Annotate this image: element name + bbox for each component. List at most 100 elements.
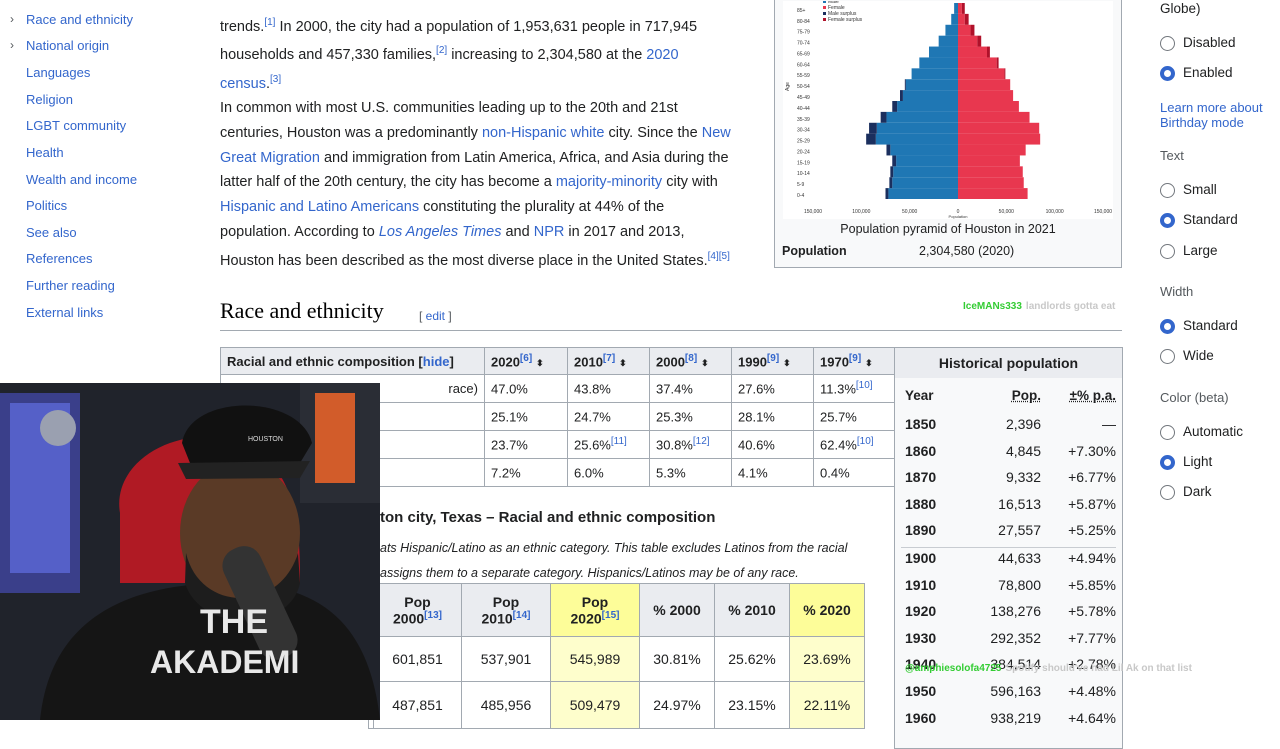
pyramid-age-label: 25-29 xyxy=(797,139,810,145)
table-row: 601,851 537,901 545,989 30.81% 25.62% 23.69% xyxy=(368,636,865,682)
section-heading: Race and ethnicity xyxy=(220,298,384,323)
table-cell: 23.15% xyxy=(714,681,790,729)
pyramid-age-label: 15-19 xyxy=(797,160,810,166)
pyramid-bar-female xyxy=(958,68,1005,80)
pyramid-age-label: 55-59 xyxy=(797,73,810,79)
color_opts-radio[interactable] xyxy=(1160,485,1175,500)
pyramid-bar-male xyxy=(876,122,958,134)
toc-item[interactable]: Further reading xyxy=(26,278,115,293)
population-pyramid-chart[interactable]: 0-4 5-9 10-14 15-19 20-24 25-29 30-34 35-39 40-4… xyxy=(783,1,1113,219)
link-npr[interactable]: NPR xyxy=(534,224,565,240)
pyramid-bar-male xyxy=(911,68,958,80)
width_opts-radio[interactable] xyxy=(1160,349,1175,364)
toc-item[interactable]: Religion xyxy=(26,92,73,107)
table-cell: 28.1% xyxy=(731,402,814,431)
history-separator xyxy=(901,547,1116,549)
table2-column-header[interactable]: % 2000 xyxy=(639,583,715,637)
table-cell: 43.8% xyxy=(567,374,650,403)
pyramid-bar-female-surplus xyxy=(987,46,990,58)
table-cell: 25.1% xyxy=(484,402,568,431)
pyramid-bar-female xyxy=(958,144,1026,156)
birthday-radio-label[interactable]: Disabled xyxy=(1183,35,1236,50)
year-column-header[interactable]: 2000[8] ⬍ xyxy=(649,347,732,375)
color_opts-radio-label[interactable]: Dark xyxy=(1183,484,1212,499)
table-cell: 24.97% xyxy=(639,681,715,729)
pyramid-age-label: 0-4 xyxy=(797,193,804,199)
toc-item[interactable]: External links xyxy=(26,305,103,320)
table2-column-header[interactable]: Pop 2010[14] xyxy=(461,583,551,637)
color_opts-radio[interactable] xyxy=(1160,455,1175,470)
text_opts-radio[interactable] xyxy=(1160,183,1175,198)
table2-column-header[interactable]: Pop 2020[15] xyxy=(550,583,640,637)
history-row: 1900 44,633 +4.94% xyxy=(905,550,1116,566)
toc-item[interactable]: Politics xyxy=(26,198,67,213)
section-edit-link[interactable]: [ edit ] xyxy=(419,309,452,323)
toc-item[interactable]: LGBT community xyxy=(26,118,126,133)
link-hispanic-latino-americans[interactable]: Hispanic and Latino Americans xyxy=(220,199,419,215)
table2-column-header[interactable]: % 2010 xyxy=(714,583,790,637)
text_opts-radio-label[interactable]: Standard xyxy=(1183,212,1238,227)
year-column-header[interactable]: 1970[9] ⬍ xyxy=(813,347,896,375)
racial-composition-table-2: Pop 2000[13] Pop 2010[14] Pop 2020[15]% 2000%… xyxy=(368,583,865,729)
table2-note: ats Hispanic/Latino as an ethnic categor… xyxy=(380,541,848,580)
link-2020[interactable]: 2020 xyxy=(646,47,678,63)
ref-link[interactable]: [4][5] xyxy=(708,251,730,262)
pyramid-bar-male xyxy=(902,90,958,101)
legend-swatch xyxy=(823,18,826,21)
ref-link[interactable]: [2] xyxy=(436,45,447,56)
pyramid-bar-male xyxy=(890,144,958,156)
pyramid-bar-female-surplus xyxy=(977,35,982,47)
toc-expand-icon[interactable]: › xyxy=(10,38,14,52)
ref-link[interactable]: [3] xyxy=(270,74,281,85)
toc-item[interactable]: Race and ethnicity xyxy=(26,12,133,27)
pyramid-tick-label: 100,000 xyxy=(1046,209,1064,215)
width_opts-radio[interactable] xyxy=(1160,319,1175,334)
color_opts-radio-label[interactable]: Light xyxy=(1183,454,1212,469)
toc-expand-icon[interactable]: › xyxy=(10,12,14,26)
pyramid-bar-male xyxy=(951,13,958,25)
text_opts-radio-label[interactable]: Small xyxy=(1183,182,1217,197)
toc-item[interactable]: See also xyxy=(26,225,77,240)
pyramid-bar-male-surplus xyxy=(889,177,893,189)
link-la-times[interactable]: Los Angeles Times xyxy=(379,224,502,240)
webcam-overlay: THE AKADEMI HOUSTON xyxy=(0,383,380,720)
toc-item[interactable]: Languages xyxy=(26,65,90,80)
link-majority-minority[interactable]: majority-minority xyxy=(556,174,662,190)
link-non-hispanic-white[interactable]: non-Hispanic white xyxy=(482,125,605,141)
pyramid-age-label: 35-39 xyxy=(797,117,810,123)
toc-item[interactable]: Wealth and income xyxy=(26,172,137,187)
table2-column-header[interactable]: Pop 2000[13] xyxy=(373,583,462,637)
pyramid-tick-label: 100,000 xyxy=(852,209,870,215)
link-census[interactable]: census xyxy=(220,76,266,92)
birthday-radio-label[interactable]: Enabled xyxy=(1183,65,1233,80)
color-heading: Color (beta) xyxy=(1160,390,1229,405)
birthday-mode-link[interactable]: Learn more about Birthday mode xyxy=(1160,100,1263,130)
text_opts-radio[interactable] xyxy=(1160,213,1175,228)
shirt-text-2: AKADEMI xyxy=(150,644,299,680)
edit-link[interactable]: edit xyxy=(426,309,445,323)
ref-link[interactable]: [1] xyxy=(264,17,275,28)
pyramid-bar-male xyxy=(929,46,958,58)
color_opts-radio-label[interactable]: Automatic xyxy=(1183,424,1243,439)
toc-item[interactable]: National origin xyxy=(26,38,109,53)
width_opts-radio-label[interactable]: Wide xyxy=(1183,348,1214,363)
hide-link[interactable]: hide xyxy=(423,354,450,369)
pyramid-bar-female-surplus xyxy=(1004,68,1006,80)
text_opts-radio-label[interactable]: Large xyxy=(1183,243,1218,258)
birthday-radio[interactable] xyxy=(1160,36,1175,51)
pyramid-bar-male xyxy=(893,166,958,178)
toc-item[interactable]: References xyxy=(26,251,92,266)
width_opts-radio-label[interactable]: Standard xyxy=(1183,318,1238,333)
link-new-great-migration-2[interactable]: Great Migration xyxy=(220,150,320,166)
text_opts-radio[interactable] xyxy=(1160,244,1175,259)
table-cell: 23.7% xyxy=(484,430,568,459)
color_opts-radio[interactable] xyxy=(1160,425,1175,440)
birthday-radio[interactable] xyxy=(1160,66,1175,81)
year-column-header[interactable]: 2010[7] ⬍ xyxy=(567,347,650,375)
year-column-header[interactable]: 1990[9] ⬍ xyxy=(731,347,814,375)
table2-column-header[interactable]: % 2020 xyxy=(789,583,865,637)
toc-item[interactable]: Health xyxy=(26,145,64,160)
year-column-header[interactable]: 2020[6] ⬍ xyxy=(484,347,568,375)
table-cell: 40.6% xyxy=(731,430,814,459)
link-new-great-migration[interactable]: New xyxy=(702,125,731,141)
